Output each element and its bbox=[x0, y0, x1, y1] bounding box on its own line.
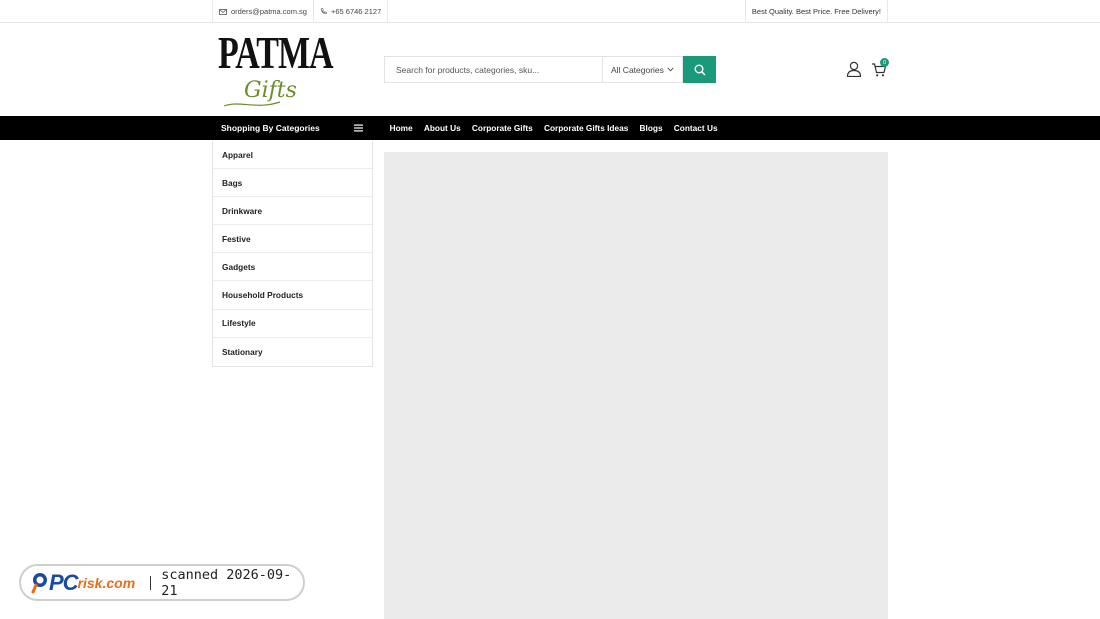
logo-wordmark: PATMA bbox=[218, 28, 334, 79]
nav-link-corporate-gifts-ideas[interactable]: Corporate Gifts Ideas bbox=[538, 123, 634, 133]
contact-info: orders@patma.com.sg +65 6746 2127 bbox=[212, 0, 389, 23]
nav-link-contact-us[interactable]: Contact Us bbox=[668, 123, 723, 133]
nav-link-about-us[interactable]: About Us bbox=[418, 123, 466, 133]
categories-menu-label: Shopping By Categories bbox=[221, 123, 320, 133]
nav-link-blogs[interactable]: Blogs bbox=[634, 123, 668, 133]
nav-link-home[interactable]: Home bbox=[384, 123, 418, 133]
watermark-divider bbox=[150, 575, 152, 590]
search-icon bbox=[694, 64, 706, 76]
site-logo[interactable]: PATMA Gifts bbox=[218, 28, 334, 110]
pcrisk-pc: PC bbox=[49, 569, 79, 595]
cart-count-badge: 0 bbox=[880, 58, 889, 67]
category-item-gadgets[interactable]: Gadgets bbox=[213, 253, 372, 282]
tagline: Best Quality. Best Price. Free Delivery! bbox=[744, 0, 888, 23]
logo-swoosh bbox=[223, 101, 281, 107]
chevron-down-icon bbox=[667, 67, 674, 72]
phone-link[interactable]: +65 6746 2127 bbox=[314, 0, 389, 23]
search-button[interactable] bbox=[683, 56, 716, 83]
hamburger-icon bbox=[354, 124, 363, 132]
pcrisk-logo: PC risk.com bbox=[31, 570, 147, 596]
main-navigation: Shopping By Categories Home About Us Cor… bbox=[0, 116, 1100, 140]
pcrisk-risk: risk.com bbox=[77, 574, 136, 591]
category-item-apparel[interactable]: Apparel bbox=[213, 141, 372, 170]
category-sidebar: Apparel Bags Drinkware Festive Gadgets H… bbox=[212, 141, 373, 367]
nav-link-corporate-gifts[interactable]: Corporate Gifts bbox=[466, 123, 538, 133]
email-text: orders@patma.com.sg bbox=[231, 7, 307, 16]
phone-text: +65 6746 2127 bbox=[330, 7, 382, 16]
category-item-drinkware[interactable]: Drinkware bbox=[213, 197, 372, 226]
phone-icon bbox=[320, 8, 327, 15]
category-item-stationary[interactable]: Stationary bbox=[213, 338, 372, 366]
search-input[interactable]: Search for products, categories, sku... bbox=[384, 56, 602, 83]
scan-watermark: PC risk.com scanned 2026-09-21 bbox=[19, 564, 305, 601]
category-select[interactable]: All Categories bbox=[602, 56, 683, 83]
search-bar: Search for products, categories, sku... … bbox=[384, 56, 716, 83]
top-bar: orders@patma.com.sg +65 6746 2127 Best Q… bbox=[0, 0, 1100, 23]
category-item-household-products[interactable]: Household Products bbox=[213, 281, 372, 310]
hero-banner-placeholder bbox=[384, 152, 888, 619]
categories-menu-toggle[interactable]: Shopping By Categories bbox=[212, 116, 372, 140]
category-item-bags[interactable]: Bags bbox=[213, 169, 372, 198]
envelope-icon bbox=[219, 8, 227, 15]
category-item-lifestyle[interactable]: Lifestyle bbox=[213, 310, 372, 338]
magnifier-icon bbox=[31, 572, 47, 593]
category-item-festive[interactable]: Festive bbox=[213, 225, 372, 254]
email-link[interactable]: orders@patma.com.sg bbox=[213, 0, 314, 23]
scan-date: scanned 2026-09-21 bbox=[161, 566, 292, 599]
nav-links: Home About Us Corporate Gifts Corporate … bbox=[384, 116, 723, 140]
user-account-icon[interactable] bbox=[846, 61, 862, 77]
category-select-value: All Categories bbox=[611, 64, 664, 75]
